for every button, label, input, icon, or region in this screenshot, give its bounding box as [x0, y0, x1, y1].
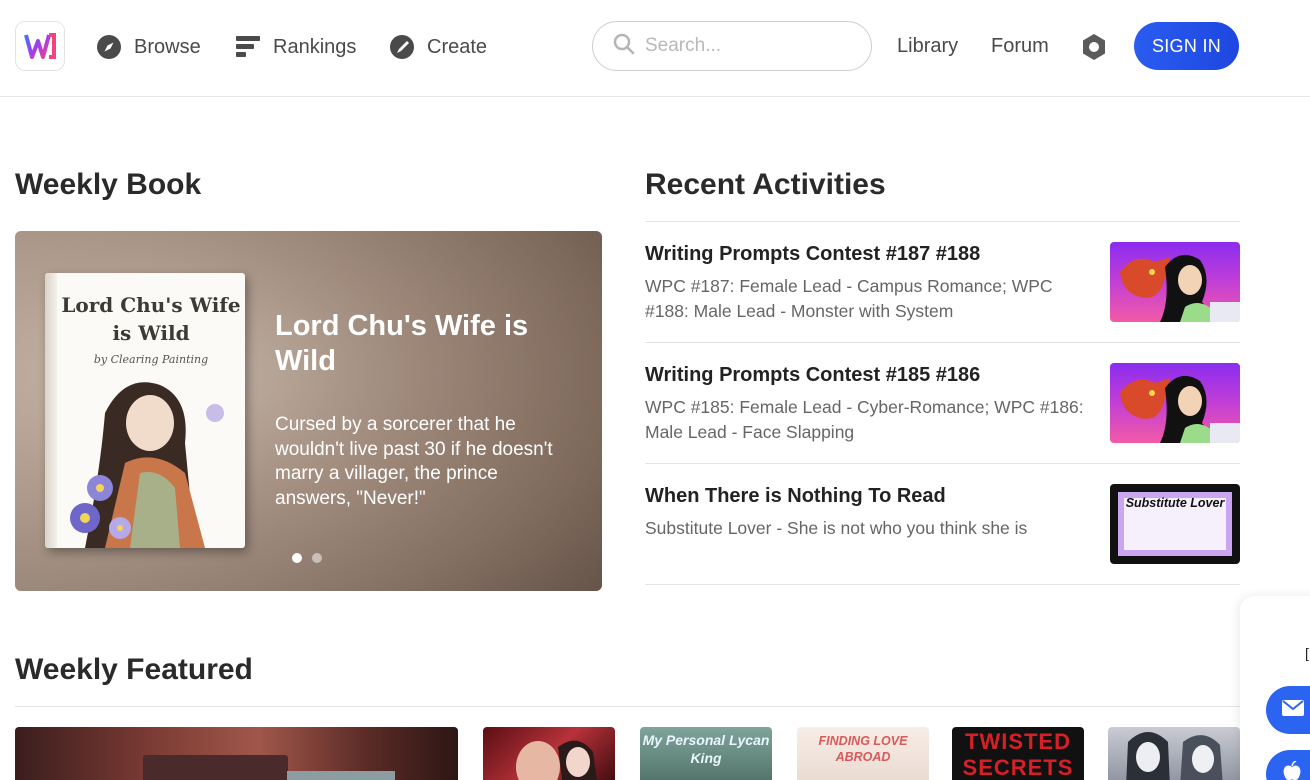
cover-art — [516, 740, 597, 780]
featured-banner-book — [287, 771, 395, 780]
divider — [15, 706, 1240, 707]
site-logo[interactable] — [15, 21, 65, 71]
compass-icon — [96, 34, 122, 60]
activity-title: Writing Prompts Contest #185 #186 — [645, 364, 981, 386]
carousel-dots — [292, 553, 322, 563]
gear-icon[interactable] — [1080, 33, 1108, 61]
cover-illustration — [70, 382, 224, 548]
nav-forum[interactable]: Forum — [991, 35, 1049, 58]
nav-library[interactable]: Library — [897, 35, 958, 58]
top-header: Browse Rankings Create Library Forum SIG… — [0, 0, 1310, 97]
banner-book-description: Cursed by a sorcerer that he wouldn't li… — [275, 414, 553, 509]
apple-icon — [1282, 759, 1302, 780]
featured-book-cover[interactable] — [483, 727, 615, 780]
nav-rankings-label: Rankings — [273, 35, 357, 58]
featured-book-cover[interactable]: TWISTED SECRETS — [952, 727, 1084, 780]
featured-banner-book — [143, 755, 288, 780]
search-input[interactable] — [645, 35, 855, 57]
banner-book-title: Lord Chu's Wife is Wild — [275, 310, 529, 377]
nav-create[interactable]: Create — [389, 30, 487, 64]
activity-item[interactable]: When There is Nothing To Read Substitute… — [645, 464, 1240, 585]
thumbnail-caption: Substitute Lover — [1125, 496, 1225, 510]
featured-book-title: My Personal Lycan King — [642, 732, 770, 766]
featured-book-title: TWISTED SECRETS — [962, 729, 1074, 780]
nav-browse-label: Browse — [134, 35, 201, 58]
pen-nib-icon — [389, 34, 415, 60]
nav-rankings[interactable]: Rankings — [235, 30, 356, 64]
activity-item[interactable]: Writing Prompts Contest #187 #188 WPC #1… — [645, 222, 1240, 343]
activity-description: WPC #187: Female Lead - Campus Romance; … — [645, 276, 1053, 321]
weekly-book-banner[interactable]: Lord Chu's Wife is Wild by Clearing Pain… — [15, 231, 602, 591]
search-icon — [613, 33, 635, 60]
search-box[interactable] — [592, 21, 872, 71]
weekly-featured-heading: Weekly Featured — [15, 653, 253, 686]
activity-thumbnail — [1110, 242, 1240, 322]
activity-title: When There is Nothing To Read — [645, 485, 946, 507]
recent-activities-heading: Recent Activities — [645, 168, 886, 201]
activity-thumbnail: Substitute Lover — [1110, 484, 1240, 564]
sign-in-button[interactable]: SIGN IN — [1134, 22, 1239, 70]
logo-icon — [24, 33, 56, 59]
nav-create-label: Create — [427, 35, 488, 58]
featured-banner[interactable] — [15, 727, 458, 780]
book-cover[interactable]: Lord Chu's Wife is Wild by Clearing Pain… — [45, 273, 245, 548]
activity-description: WPC #185: Female Lead - Cyber-Romance; W… — [645, 397, 1084, 442]
carousel-dot-2[interactable] — [312, 553, 322, 563]
rankings-icon — [235, 34, 261, 60]
carousel-dot-1[interactable] — [292, 553, 302, 563]
activity-item[interactable]: Writing Prompts Contest #185 #186 WPC #1… — [645, 343, 1240, 464]
featured-book-cover[interactable]: FINDING LOVE ABROAD — [797, 727, 929, 780]
activity-description: Substitute Lover - She is not who you th… — [645, 518, 1028, 538]
featured-book-cover[interactable] — [1108, 727, 1240, 780]
featured-book-title: FINDING LOVE ABROAD — [818, 734, 908, 764]
activity-title: Writing Prompts Contest #187 #188 — [645, 243, 981, 265]
email-button[interactable] — [1266, 686, 1310, 734]
featured-book-cover[interactable]: My Personal Lycan King — [640, 727, 772, 780]
cover-art — [1126, 732, 1223, 780]
nav-browse[interactable]: Browse — [96, 30, 201, 64]
activity-thumbnail — [1110, 363, 1240, 443]
mail-icon — [1282, 699, 1304, 721]
weekly-book-heading: Weekly Book — [15, 168, 202, 201]
floating-panel-text: [ — [1305, 645, 1309, 661]
